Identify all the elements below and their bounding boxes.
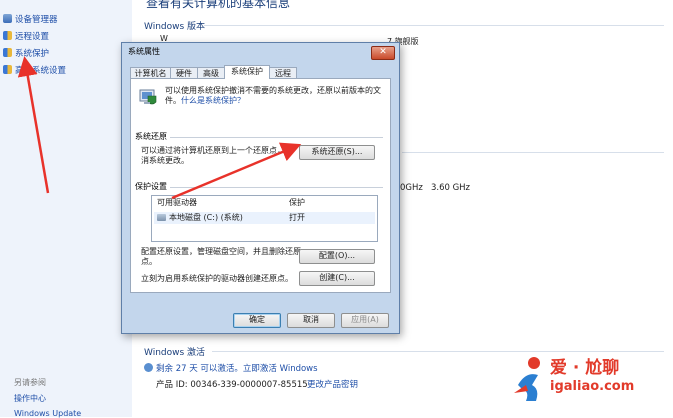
shield-icon — [3, 65, 12, 74]
tab-system-protection[interactable]: 系统保护 — [224, 65, 270, 79]
nav-label: 系统保护 — [15, 49, 50, 59]
nav-remote-settings[interactable]: 远程设置 — [3, 30, 49, 44]
divider — [402, 152, 664, 153]
action-center-link[interactable]: 操作中心 — [14, 393, 46, 404]
nav-label: 高级系统设置 — [15, 66, 67, 76]
group-divider — [137, 187, 383, 188]
drive-list[interactable]: 可用驱动器 保护 本地磁盘 (C:) (系统) 打开 — [151, 195, 378, 242]
left-nav-pane: 设备管理器 远程设置 系统保护 高级系统设置 另请参阅 操作中心 Windows… — [0, 0, 132, 418]
intro-text: 可以使用系统保护撤消不需要的系统更改，还原以前版本的文件。什么是系统保护？ — [165, 86, 381, 105]
configure-button[interactable]: 配置(O)... — [299, 249, 375, 264]
protection-group-label: 保护设置 — [135, 181, 170, 192]
shield-icon — [3, 31, 12, 40]
apply-button[interactable]: 应用(A) — [341, 313, 389, 328]
change-key-link[interactable]: 更改产品密钥 — [307, 378, 358, 390]
shield-icon — [3, 48, 12, 57]
watermark-logo-icon — [514, 357, 540, 401]
restore-description: 可以通过将计算机还原到上一个还原点，撤消系统更改。 — [141, 146, 293, 165]
cancel-button[interactable]: 取消 — [287, 313, 335, 328]
nav-label: 设备管理器 — [15, 15, 58, 25]
watermark-brand: 爱 · 尬聊 — [550, 358, 620, 378]
create-button[interactable]: 创建(C)... — [299, 271, 375, 286]
ok-button[interactable]: 确定 — [233, 313, 281, 328]
activation-heading: Windows 激活 — [144, 348, 206, 358]
system-restore-button[interactable]: 系统还原(S)... — [299, 145, 375, 160]
nav-device-manager[interactable]: 设备管理器 — [3, 13, 58, 27]
product-id: 产品 ID: 00346-339-0000007-85515 — [156, 380, 308, 390]
windows-flag-icon — [144, 363, 153, 372]
drive-protection-status: 打开 — [289, 213, 305, 222]
system-properties-dialog: 系统属性 ✕ 计算机名 硬件 高级 系统保护 远程 可以使用系统保护撤消不需要的… — [121, 42, 400, 334]
configure-description: 配置还原设置，管理磁盘空间，并且删除还原点。 — [141, 247, 301, 266]
watermark-url: igaliao.com — [550, 379, 635, 394]
processor-value: 0GHz 3.60 GHz — [400, 183, 471, 193]
drive-column-header[interactable]: 可用驱动器 — [157, 197, 197, 208]
protection-column-header[interactable]: 保护 — [289, 197, 305, 208]
edition-heading: Windows 版本 — [144, 22, 206, 32]
create-description: 立刻为启用系统保护的驱动器创建还原点。 — [141, 274, 293, 283]
page-title: 查看有关计算机的基本信息 — [146, 0, 291, 10]
activation-status[interactable]: 剩余 27 天 可以激活。立即激活 Windows — [144, 362, 318, 374]
drive-name: 本地磁盘 (C:) (系统) — [169, 213, 243, 222]
system-protection-icon — [139, 89, 157, 105]
divider — [204, 25, 664, 26]
restore-group-label: 系统还原 — [135, 131, 170, 142]
nav-system-protection[interactable]: 系统保护 — [3, 47, 49, 61]
device-manager-icon — [3, 14, 12, 23]
see-also-heading: 另请参阅 — [14, 378, 46, 387]
what-is-system-protection-link[interactable]: 什么是系统保护？ — [181, 96, 245, 105]
nav-advanced-settings[interactable]: 高级系统设置 — [3, 64, 66, 78]
system-protection-panel: 可以使用系统保护撤消不需要的系统更改，还原以前版本的文件。什么是系统保护？ 系统… — [130, 78, 391, 293]
close-button[interactable]: ✕ — [371, 46, 395, 60]
group-divider — [137, 137, 383, 138]
watermark: 爱 · 尬聊 igaliao.com — [510, 349, 673, 417]
drive-icon — [157, 214, 166, 221]
dialog-title: 系统属性 — [128, 47, 160, 56]
nav-label: 远程设置 — [15, 32, 50, 42]
